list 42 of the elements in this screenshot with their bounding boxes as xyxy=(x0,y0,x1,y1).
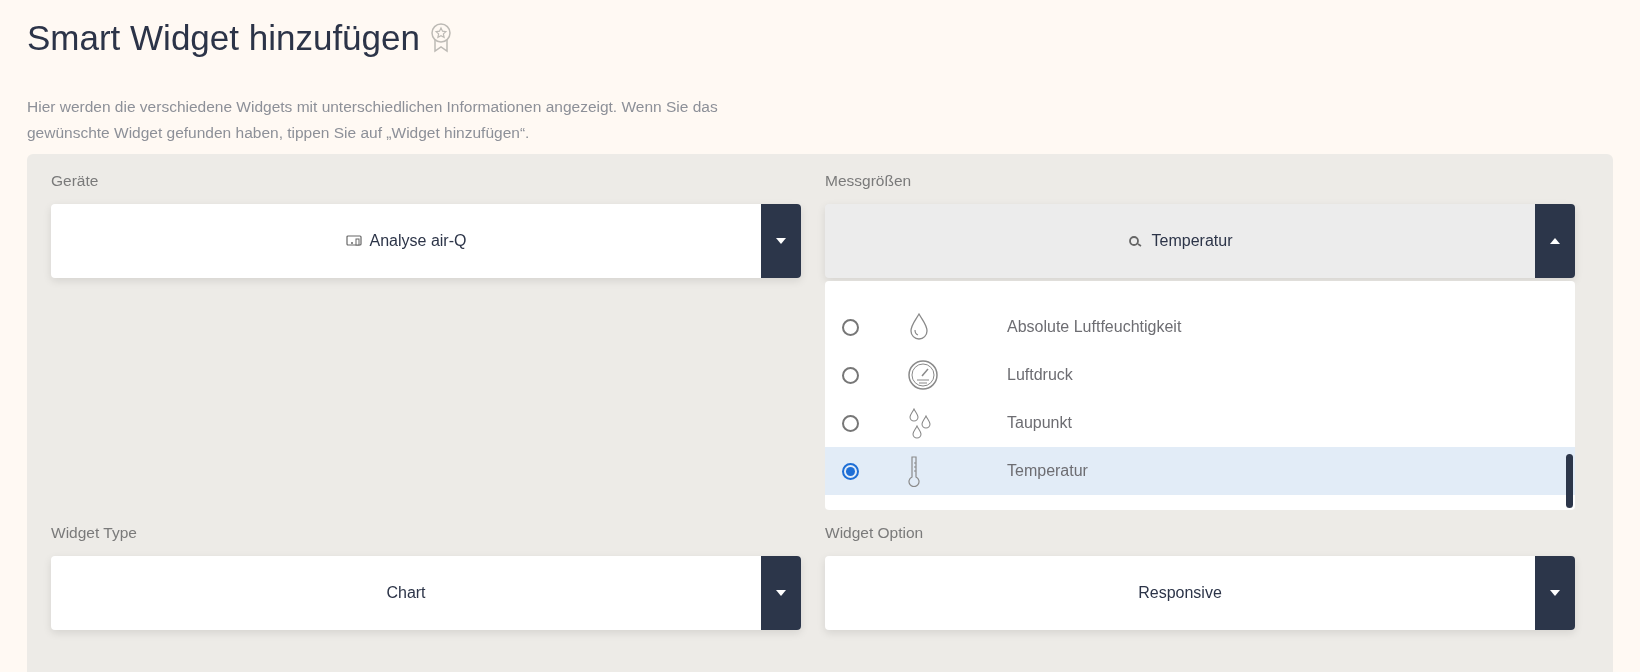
option-label: Taupunkt xyxy=(1007,414,1072,432)
radio-button[interactable] xyxy=(842,414,859,432)
radio-button[interactable] xyxy=(842,318,859,336)
option-row[interactable]: Luftdruck xyxy=(825,351,1575,399)
droplet-icon xyxy=(907,311,931,343)
selected-value: Analyse air-Q xyxy=(369,232,467,250)
selected-value: Temperatur xyxy=(1151,232,1233,250)
radio-button[interactable] xyxy=(842,366,859,384)
description-text: Hier werden die verschiedene Widgets mit unterschiedlichen Informationen angezeigt. Wenn Sie das gewünschte Widget gefunden haben, tippen Sie auf „Widget hinzufügen“. xyxy=(27,97,719,143)
caret-icon xyxy=(776,590,786,596)
radio-button[interactable] xyxy=(842,462,859,480)
droplets-icon xyxy=(907,407,933,439)
option-row[interactable]: Absolute Luftfeuchtigkeit xyxy=(825,303,1575,351)
dropdown-toggle[interactable] xyxy=(1535,556,1575,630)
dropdown-toggle[interactable] xyxy=(1535,204,1575,278)
selected-value: Chart xyxy=(386,584,426,602)
caret-icon xyxy=(1550,238,1560,244)
dropdown-select[interactable]: Chart xyxy=(51,556,801,630)
option-label: Temperatur xyxy=(1007,462,1088,480)
field-label: Widget Type xyxy=(51,524,138,542)
gauge-icon xyxy=(907,359,939,391)
selected-value: Responsive xyxy=(1138,584,1222,602)
scrollbar-thumb[interactable] xyxy=(1566,454,1573,508)
field-label: Widget Option xyxy=(825,524,925,542)
dropdown-toggle[interactable] xyxy=(761,556,801,630)
option-row[interactable]: Temperatur xyxy=(825,447,1575,495)
dropdown-select[interactable]: Responsive xyxy=(825,556,1575,630)
thermometer-icon xyxy=(907,455,921,487)
award-icon xyxy=(430,23,452,53)
search-icon xyxy=(1127,235,1144,247)
caret-icon xyxy=(776,238,786,244)
device-icon xyxy=(345,235,362,247)
dropdown-select[interactable]: Temperatur xyxy=(825,204,1575,278)
field-label: Geräte xyxy=(51,172,100,190)
dropdown-toggle[interactable] xyxy=(761,204,801,278)
dropdown-select[interactable]: Analyse air-Q xyxy=(51,204,801,278)
option-label: Luftdruck xyxy=(1007,366,1073,384)
option-label: Absolute Luftfeuchtigkeit xyxy=(1007,318,1182,336)
page-title: Smart Widget hinzufügen xyxy=(27,18,420,58)
option-row[interactable]: Taupunkt xyxy=(825,399,1575,447)
field-label: Messgrößen xyxy=(825,172,913,190)
caret-icon xyxy=(1550,590,1560,596)
